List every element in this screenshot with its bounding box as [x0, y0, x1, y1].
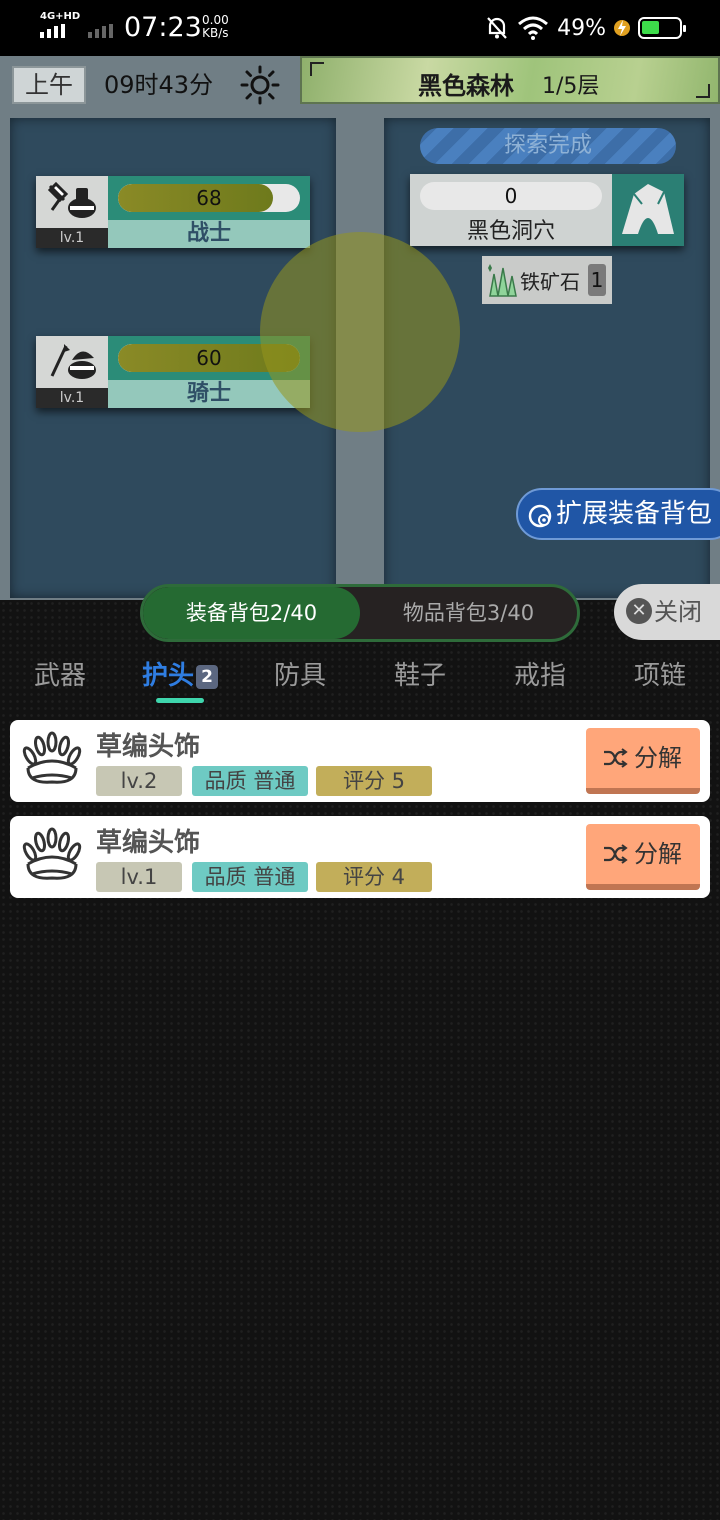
- hero-portrait: lv.1: [36, 176, 108, 248]
- item-level: lv.2: [96, 766, 182, 796]
- bag-toggle: 装备背包2/40 物品背包3/40: [140, 584, 580, 642]
- decompose-button[interactable]: 分解: [586, 728, 700, 794]
- decompose-button[interactable]: 分解: [586, 824, 700, 890]
- item-name: 草编头饰: [96, 732, 201, 762]
- hero-card-warrior[interactable]: lv.1 68 战士: [36, 176, 310, 248]
- battery-fill: [642, 21, 660, 34]
- wifi-icon: [518, 16, 549, 40]
- zone-name: 黑色森林: [418, 72, 514, 100]
- status-bar: 4G+HD 07:23 0.00 KB/s 49%: [0, 0, 720, 56]
- signal-secondary-icon: [88, 24, 113, 38]
- tab-helmet[interactable]: 护头 2: [130, 656, 230, 696]
- light-glow: [260, 232, 460, 432]
- crystal-icon: [488, 264, 517, 297]
- day-period: 上午: [12, 66, 86, 104]
- hero-hp-value: 68: [196, 186, 222, 210]
- status-time: 07:23: [124, 12, 202, 43]
- signal-icon: [40, 24, 65, 38]
- equipment-item[interactable]: 草编头饰 lv.2 品质 普通 评分 5 分解: [10, 720, 710, 802]
- location-value: 0: [420, 182, 602, 210]
- corner-mark-icon: [696, 84, 710, 98]
- location-name: 黑色洞穴: [466, 219, 555, 244]
- zone-banner[interactable]: 黑色森林 1/5层: [300, 56, 720, 104]
- active-tab-indicator: [156, 698, 204, 703]
- straw-headband-icon: [22, 827, 82, 880]
- tab-ring[interactable]: 戒指: [490, 656, 590, 696]
- corner-mark-icon: [310, 62, 324, 76]
- item-quality: 品质 普通: [192, 766, 308, 796]
- tab-helmet-label: 护头: [141, 661, 194, 691]
- game-area: 上午 09时43分 黑色森林 1/5层 lv.1 68 战士 lv.1 60 骑…: [0, 56, 720, 606]
- cave-icon: [612, 174, 684, 246]
- mute-bell-icon: [487, 17, 507, 39]
- tab-shoes[interactable]: 鞋子: [370, 656, 470, 696]
- item-level: lv.1: [96, 862, 182, 892]
- hero-level: lv.1: [36, 388, 108, 408]
- decompose-label: 分解: [634, 744, 682, 772]
- tab-item-bag[interactable]: 物品背包3/40: [360, 587, 577, 639]
- exploration-status[interactable]: 探索完成: [420, 128, 676, 164]
- game-clock: 09时43分: [104, 71, 214, 99]
- zone-floor: 1/5层: [542, 74, 600, 99]
- item-score: 评分 4: [316, 862, 432, 892]
- decompose-label: 分解: [634, 840, 682, 868]
- expand-bag-label: 扩展装备背包: [556, 499, 713, 529]
- item-quality: 品质 普通: [192, 862, 308, 892]
- close-icon: ✕: [626, 598, 652, 624]
- warrior-icon: [47, 181, 96, 218]
- count-badge: 2: [196, 665, 218, 689]
- straw-headband-icon: [22, 731, 82, 784]
- hero-level: lv.1: [36, 228, 108, 248]
- network-type: 4G+HD: [40, 11, 81, 22]
- equipment-item[interactable]: 草编头饰 lv.1 品质 普通 评分 4 分解: [10, 816, 710, 898]
- shuffle-icon: [604, 748, 628, 768]
- shuffle-icon: [604, 844, 628, 864]
- loot-count: 1: [588, 264, 606, 296]
- location-info: 0 黑色洞穴: [410, 174, 612, 246]
- item-score: 评分 5: [316, 766, 432, 796]
- network-speed: 0.00 KB/s: [202, 14, 229, 40]
- location-card[interactable]: 0 黑色洞穴: [410, 174, 684, 246]
- gear-bag-icon: [528, 504, 552, 528]
- speed-unit: KB/s: [202, 26, 229, 40]
- close-label: 关闭: [654, 598, 702, 626]
- knight-icon: [50, 344, 96, 379]
- hero-hp-bar: 68: [118, 184, 300, 212]
- tab-weapon[interactable]: 武器: [10, 656, 110, 696]
- tab-armor[interactable]: 防具: [250, 656, 350, 696]
- expand-bag-button[interactable]: 扩展装备背包: [516, 488, 720, 540]
- loot-item[interactable]: 铁矿石 1: [482, 256, 612, 304]
- battery-icon: [638, 17, 686, 39]
- close-button[interactable]: ✕ 关闭: [614, 584, 720, 640]
- tab-equipment-bag[interactable]: 装备背包2/40: [143, 587, 360, 639]
- loot-name: 铁矿石: [520, 270, 580, 294]
- charging-icon: [614, 20, 630, 36]
- hero-portrait: lv.1: [36, 336, 108, 408]
- hero-name: 战士: [108, 220, 310, 248]
- battery-percent: 49%: [557, 15, 606, 41]
- item-name: 草编头饰: [96, 828, 201, 858]
- tab-necklace[interactable]: 项链: [610, 656, 710, 696]
- sun-icon: [240, 65, 280, 105]
